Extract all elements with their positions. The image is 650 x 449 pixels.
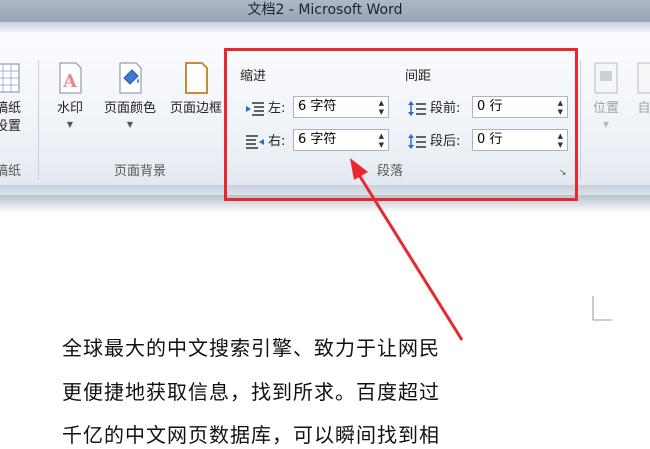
document-text-line: 更便捷地获取信息，找到所求。百度超过 (62, 380, 440, 404)
margin-corner-mark (592, 296, 612, 322)
annotation-arrow (350, 158, 464, 341)
document-text-line: 千亿的中文网页数据库，可以瞬间找到相 (62, 423, 440, 447)
document-text-line: 全球最大的中文搜索引擎、致力于让网民 (62, 336, 440, 360)
